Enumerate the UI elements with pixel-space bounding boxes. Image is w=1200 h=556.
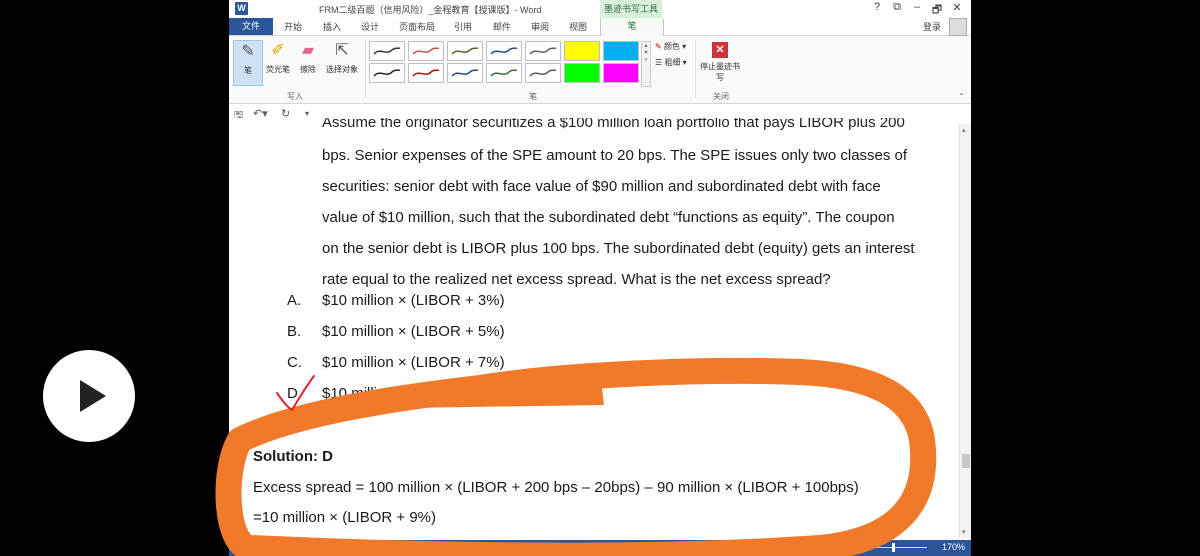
tab-mailings[interactable]: 邮件: [493, 20, 511, 33]
scroll-up-icon[interactable]: ▴: [962, 126, 966, 134]
stop-inking-label: 停止墨迹书写: [700, 62, 740, 82]
pen-swatch[interactable]: [447, 63, 483, 83]
pen-swatch[interactable]: [369, 63, 405, 83]
question-line: securities: senior debt with face value …: [322, 178, 881, 195]
solution-heading: Solution: D: [253, 448, 333, 465]
question-line: on the senior debt is LIBOR plus 100 bps…: [322, 240, 915, 257]
question-line: bps. Senior expenses of the SPE amount t…: [322, 147, 908, 164]
collapse-ribbon-icon[interactable]: ⌃: [958, 92, 965, 101]
ink-tools-context-label: 墨迹书写工具: [600, 0, 662, 18]
play-button[interactable]: [43, 350, 135, 442]
sign-in-link[interactable]: 登录: [923, 20, 941, 33]
pen-swatch[interactable]: [603, 41, 639, 61]
scroll-down-icon[interactable]: ▾: [962, 528, 966, 536]
word-window: W FRM二级百题（信用风险）_金程教育【授课版】- Word 墨迹书写工具 ?…: [229, 0, 971, 556]
option-letter: A.: [287, 292, 302, 309]
highlighter-icon: ✐: [271, 42, 285, 59]
question-cut-line: Assume the originator securitizes a $100…: [322, 118, 905, 131]
option-letter: C.: [287, 354, 302, 371]
close-button[interactable]: ✕: [949, 1, 965, 14]
pen-swatch[interactable]: [369, 41, 405, 61]
pens-group-label: 笔: [529, 92, 537, 101]
close-icon: ✕: [712, 42, 728, 58]
avatar[interactable]: [949, 18, 967, 36]
play-icon: [80, 380, 106, 412]
option-c: C. $10 million × (LIBOR + 7%): [287, 354, 505, 371]
pen-color-option[interactable]: ✎ 颜色 ▾: [655, 41, 686, 52]
pen-swatch[interactable]: [564, 63, 600, 83]
tab-layout[interactable]: 页面布局: [399, 20, 435, 33]
document-page[interactable]: Assume the originator securitizes a $100…: [229, 118, 959, 538]
solution-equation-1: Excess spread = 100 million × (LIBOR + 2…: [253, 479, 859, 496]
pen-swatch[interactable]: [564, 41, 600, 61]
tab-insert[interactable]: 插入: [323, 20, 341, 33]
pen-gallery: [369, 41, 641, 85]
tab-review[interactable]: 审阅: [531, 20, 549, 33]
question-line: value of $10 million, such that the subo…: [322, 209, 895, 226]
eraser-label: 擦除: [300, 65, 316, 74]
write-group-label: 写入: [287, 92, 303, 101]
ribbon-separator: [695, 40, 696, 98]
stop-inking-button[interactable]: ✕ 停止墨迹书写: [699, 40, 741, 83]
eraser-icon: ▰: [301, 42, 315, 59]
customize-qat-icon[interactable]: ▾: [305, 109, 309, 118]
status-bar: 170%: [229, 540, 971, 556]
pen-icon: ✎: [241, 43, 255, 60]
close-group-label: 关闭: [713, 92, 729, 101]
option-text: $10 million × (LIBOR + 9%): [322, 385, 505, 402]
highlighter-button[interactable]: ✐ 荧光笔: [263, 40, 293, 75]
option-letter: B.: [287, 323, 302, 340]
title-bar: W FRM二级百题（信用风险）_金程教育【授课版】- Word 墨迹书写工具 ?…: [229, 0, 971, 18]
pen-swatch[interactable]: [525, 41, 561, 61]
pen-button[interactable]: ✎ 笔: [233, 40, 263, 86]
tab-pen[interactable]: 笔: [600, 18, 664, 36]
option-b: B. $10 million × (LIBOR + 5%): [287, 323, 505, 340]
pen-thickness-label: 粗细: [664, 58, 681, 67]
select-objects-button[interactable]: ⇱ 选择对象: [323, 40, 361, 75]
gallery-scroll[interactable]: ▴ ▾ ▿: [641, 41, 651, 87]
pen-swatch[interactable]: [525, 63, 561, 83]
minimize-button[interactable]: –: [909, 1, 925, 13]
pen-swatch[interactable]: [408, 41, 444, 61]
solution-equation-2: =10 million × (LIBOR + 9%): [253, 509, 436, 526]
vertical-scrollbar[interactable]: ▴ ▾: [959, 124, 971, 538]
scrollbar-thumb[interactable]: [962, 454, 970, 468]
pen-swatch[interactable]: [603, 63, 639, 83]
highlighter-label: 荧光笔: [266, 65, 290, 74]
word-app-icon[interactable]: W: [235, 2, 248, 15]
tab-references[interactable]: 引用: [454, 20, 472, 33]
ribbon: ✎ 笔 ✐ 荧光笔 ▰ 擦除 ⇱ 选择对象 写入 ▴ ▾ ▿ ✎ 颜色 ▾ ☰ 粗细…: [229, 36, 971, 104]
tab-view[interactable]: 视图: [569, 20, 587, 33]
pen-label: 笔: [244, 66, 252, 75]
ribbon-display-icon[interactable]: ⧉: [889, 1, 905, 14]
option-text: $10 million × (LIBOR + 7%): [322, 354, 505, 371]
pen-thickness-option[interactable]: ☰ 粗细 ▾: [655, 57, 687, 68]
zoom-slider-knob[interactable]: [892, 543, 895, 552]
pen-swatch[interactable]: [486, 63, 522, 83]
tab-file[interactable]: 文件: [229, 18, 273, 35]
select-cursor-icon: ⇱: [335, 42, 349, 59]
option-d: D. $10 million × (LIBOR + 9%): [287, 385, 505, 402]
option-text: $10 million × (LIBOR + 5%): [322, 323, 505, 340]
option-text: $10 million × (LIBOR + 3%): [322, 292, 505, 309]
pen-swatch[interactable]: [447, 41, 483, 61]
select-objects-label: 选择对象: [326, 65, 358, 74]
help-icon[interactable]: ?: [869, 1, 885, 13]
tab-design[interactable]: 设计: [361, 20, 379, 33]
option-letter: D.: [287, 385, 302, 402]
pen-swatch[interactable]: [486, 41, 522, 61]
tab-home[interactable]: 开始: [284, 20, 302, 33]
question-text: bps. Senior expenses of the SPE amount t…: [322, 140, 942, 295]
zoom-level[interactable]: 170%: [942, 542, 965, 552]
question-line: rate equal to the realized net excess sp…: [322, 271, 831, 288]
ribbon-tabs: 文件 开始 插入 设计 页面布局 引用 邮件 审阅 视图 笔 登录: [229, 18, 971, 36]
window-title: FRM二级百题（信用风险）_金程教育【授课版】- Word: [319, 5, 542, 15]
ribbon-separator: [365, 40, 366, 98]
eraser-button[interactable]: ▰ 擦除: [295, 40, 321, 75]
pen-swatch[interactable]: [408, 63, 444, 83]
option-a: A. $10 million × (LIBOR + 3%): [287, 292, 505, 309]
pen-color-label: 颜色: [663, 42, 680, 51]
